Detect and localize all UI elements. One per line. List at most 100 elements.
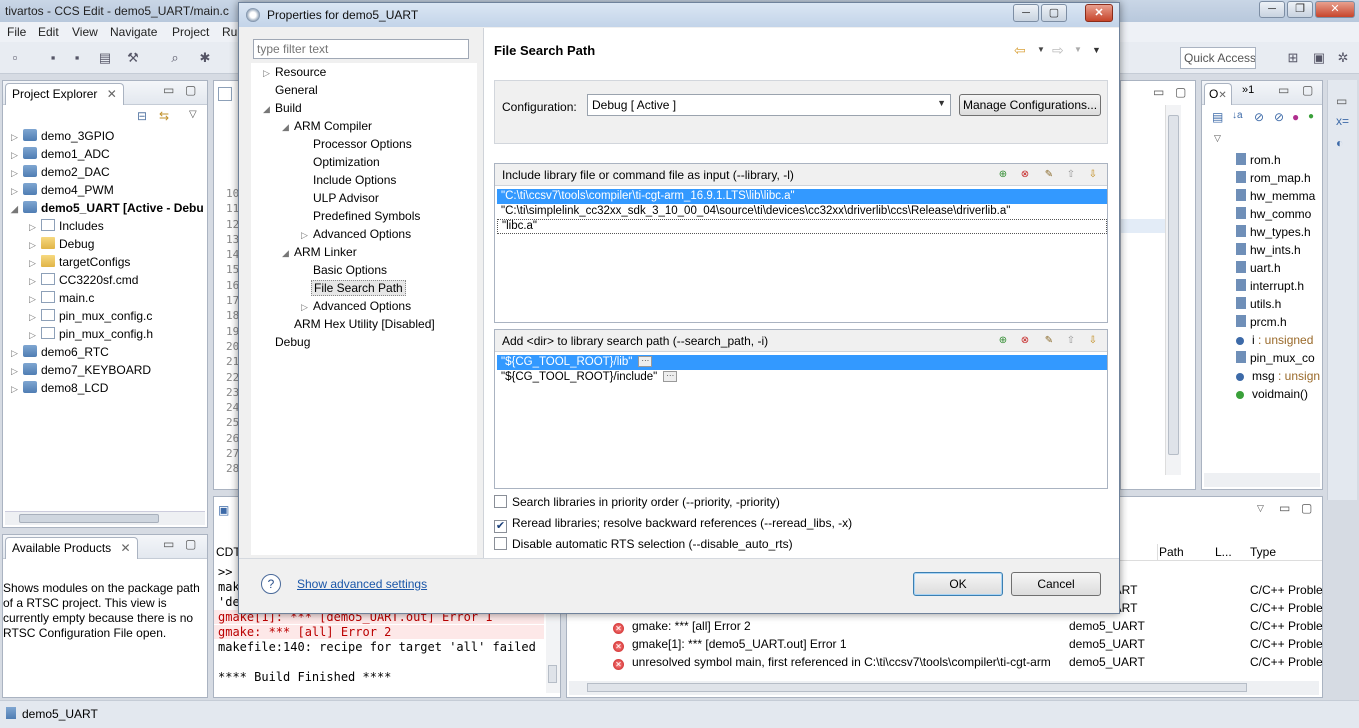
horizontal-scrollbar[interactable] bbox=[569, 681, 1319, 695]
tree-item-build[interactable]: ◢ Build bbox=[263, 99, 302, 117]
quick-access-field[interactable]: Quick Access bbox=[1180, 47, 1256, 69]
print-icon[interactable]: ▤ bbox=[96, 49, 114, 67]
minimize-icon[interactable]: ▭ bbox=[1153, 85, 1164, 99]
tree-item-project[interactable]: ▷ demo6_RTC bbox=[11, 345, 109, 359]
collapse-all-icon[interactable]: ⊟ bbox=[137, 109, 147, 123]
add-icon[interactable]: ⊕ bbox=[995, 167, 1011, 182]
manage-configurations-button[interactable]: Manage Configurations... bbox=[959, 94, 1101, 116]
minimize-icon[interactable]: ▭ bbox=[163, 537, 174, 551]
horizontal-scrollbar[interactable] bbox=[5, 511, 205, 525]
ellipsis-icon[interactable]: ··· bbox=[663, 371, 678, 383]
menu-project[interactable]: Project bbox=[172, 25, 209, 39]
back-arrow-icon[interactable]: ⇦ bbox=[1014, 42, 1026, 59]
vertical-scrollbar[interactable] bbox=[1165, 105, 1181, 475]
disable-auto-rts-checkbox[interactable] bbox=[494, 537, 507, 550]
close-icon[interactable]: ✕ bbox=[107, 87, 117, 101]
filter-input[interactable] bbox=[253, 39, 469, 59]
tree-item-general[interactable]: General bbox=[275, 81, 318, 99]
move-down-icon[interactable]: ⇩ bbox=[1085, 167, 1101, 182]
tree-item-folder[interactable]: ▷ targetConfigs bbox=[29, 255, 130, 269]
new-icon[interactable]: ▫ bbox=[6, 49, 24, 67]
forward-dropdown-icon[interactable]: ▼ bbox=[1074, 45, 1082, 54]
scrollbar-thumb[interactable] bbox=[19, 514, 159, 523]
tree-item-includes[interactable]: ▷ Includes bbox=[29, 219, 104, 233]
maximize-icon[interactable]: ▢ bbox=[1175, 85, 1186, 99]
disable-auto-rts-checkbox-row[interactable]: Disable automatic RTS selection (--disab… bbox=[494, 537, 793, 551]
tab-outline[interactable]: O✕ bbox=[1204, 83, 1232, 105]
more-tabs[interactable]: »1 bbox=[1242, 84, 1254, 96]
problem-row[interactable]: ✕ gmake[1]: *** [demo5_UART.out] Error 1 … bbox=[567, 635, 1323, 653]
maximize-button[interactable]: ❐ bbox=[1287, 1, 1313, 18]
help-icon[interactable]: ? bbox=[261, 574, 281, 594]
tree-item-file[interactable]: ▷ main.c bbox=[29, 291, 94, 305]
open-perspective-icon[interactable]: ⊞ bbox=[1284, 49, 1302, 67]
hide-static-icon[interactable]: ⊘ bbox=[1274, 110, 1284, 124]
tree-item-active-project[interactable]: ◢ demo5_UART [Active - Debu bbox=[11, 201, 204, 215]
show-advanced-settings-link[interactable]: Show advanced settings bbox=[297, 577, 427, 591]
maximize-icon[interactable]: ▢ bbox=[185, 83, 196, 97]
minimize-icon[interactable]: ▭ bbox=[1279, 501, 1290, 515]
delete-icon[interactable]: ⊗ bbox=[1017, 333, 1033, 348]
outline-item-include[interactable]: hw_types.h bbox=[1236, 225, 1311, 239]
outline-item-include[interactable]: interrupt.h bbox=[1236, 279, 1304, 293]
library-list-item[interactable]: "C:\ti\simplelink_cc32xx_sdk_3_10_00_04\… bbox=[497, 204, 1107, 219]
search-path-list-item[interactable]: "${CG_TOOL_ROOT}/lib" ··· bbox=[497, 355, 1107, 370]
tab-available-products[interactable]: Available Products ✕ bbox=[5, 537, 138, 559]
hide-fields-icon[interactable]: ⊘ bbox=[1254, 110, 1264, 124]
dialog-minimize-button[interactable]: ─ bbox=[1013, 4, 1039, 22]
move-down-icon[interactable]: ⇩ bbox=[1085, 333, 1101, 348]
sort-icon[interactable]: ↓a bbox=[1232, 110, 1243, 121]
library-list-item[interactable]: "C:\ti\ccsv7\tools\compiler\ti-cgt-arm_1… bbox=[497, 189, 1107, 204]
reread-libs-checkbox[interactable]: ✔ bbox=[494, 520, 507, 533]
build-icon[interactable]: ⚒ bbox=[124, 49, 142, 67]
priority-checkbox[interactable] bbox=[494, 495, 507, 508]
library-list-item[interactable]: "libc.a" bbox=[497, 219, 1107, 234]
scrollbar-thumb[interactable] bbox=[1168, 115, 1179, 455]
outline-list-icon[interactable]: ▤ bbox=[1212, 110, 1223, 124]
console-icon[interactable]: ▣ bbox=[218, 503, 229, 517]
tree-item-arm-linker[interactable]: ◢ ARM Linker bbox=[282, 243, 357, 261]
menu-file[interactable]: File bbox=[7, 25, 26, 39]
outline-item-variable[interactable]: msg : unsign bbox=[1236, 369, 1320, 383]
outline-item-include[interactable]: utils.h bbox=[1236, 297, 1281, 311]
outline-item-variable[interactable]: i : unsigned bbox=[1236, 333, 1313, 347]
hide-members-icon[interactable]: ● bbox=[1308, 111, 1314, 122]
outline-item-include[interactable]: rom.h bbox=[1236, 153, 1281, 167]
outline-item-include[interactable]: hw_commo bbox=[1236, 207, 1311, 221]
ok-button[interactable]: OK bbox=[913, 572, 1003, 596]
close-icon[interactable]: ✕ bbox=[121, 541, 131, 555]
ellipsis-icon[interactable]: ··· bbox=[638, 356, 653, 368]
tree-item-project[interactable]: ▷ demo4_PWM bbox=[11, 183, 114, 197]
edit-perspective-icon[interactable]: ▣ bbox=[1310, 49, 1328, 67]
maximize-icon[interactable]: ▢ bbox=[1301, 501, 1312, 515]
forward-arrow-icon[interactable]: ⇨ bbox=[1052, 42, 1064, 59]
cancel-button[interactable]: Cancel bbox=[1011, 572, 1101, 596]
link-editor-icon[interactable]: ⇆ bbox=[159, 109, 169, 123]
reread-libs-checkbox-row[interactable]: ✔ Reread libraries; resolve backward refe… bbox=[494, 516, 852, 533]
tree-item-optimization[interactable]: Optimization bbox=[313, 153, 380, 171]
close-button[interactable]: ✕ bbox=[1315, 1, 1355, 18]
tree-item-compiler-advanced-options[interactable]: ▷ Advanced Options bbox=[301, 225, 411, 243]
tree-item-file[interactable]: ▷ CC3220sf.cmd bbox=[29, 273, 138, 287]
column-type[interactable]: Type bbox=[1250, 545, 1276, 559]
outline-item-include[interactable]: hw_ints.h bbox=[1236, 243, 1301, 257]
delete-icon[interactable]: ⊗ bbox=[1017, 167, 1033, 182]
tree-item-processor-options[interactable]: Processor Options bbox=[313, 135, 412, 153]
problem-row[interactable]: ✕ unresolved symbol main, first reference… bbox=[567, 653, 1323, 671]
menu-run[interactable]: Ru bbox=[222, 25, 237, 39]
breakpoints-icon[interactable]: ◐ bbox=[1336, 136, 1343, 150]
scrollbar-thumb[interactable] bbox=[587, 683, 1247, 692]
save-icon[interactable]: ▪ bbox=[44, 49, 62, 67]
dialog-maximize-button[interactable]: ▢ bbox=[1041, 4, 1067, 22]
horizontal-scrollbar[interactable] bbox=[1204, 473, 1320, 487]
minimize-icon[interactable]: ▭ bbox=[163, 83, 174, 97]
minimize-icon[interactable]: ▭ bbox=[1278, 83, 1289, 97]
column-path[interactable]: Path bbox=[1159, 545, 1184, 559]
tree-item-project[interactable]: ▷ demo8_LCD bbox=[11, 381, 108, 395]
tree-item-file[interactable]: ▷ pin_mux_config.c bbox=[29, 309, 152, 323]
tree-item-debug[interactable]: Debug bbox=[275, 333, 310, 351]
save-all-icon[interactable]: ▪ bbox=[68, 49, 86, 67]
outline-item-function[interactable]: voidmain() bbox=[1236, 387, 1308, 401]
tree-item-basic-options[interactable]: Basic Options bbox=[313, 261, 387, 279]
move-up-icon[interactable]: ⇧ bbox=[1063, 333, 1079, 348]
